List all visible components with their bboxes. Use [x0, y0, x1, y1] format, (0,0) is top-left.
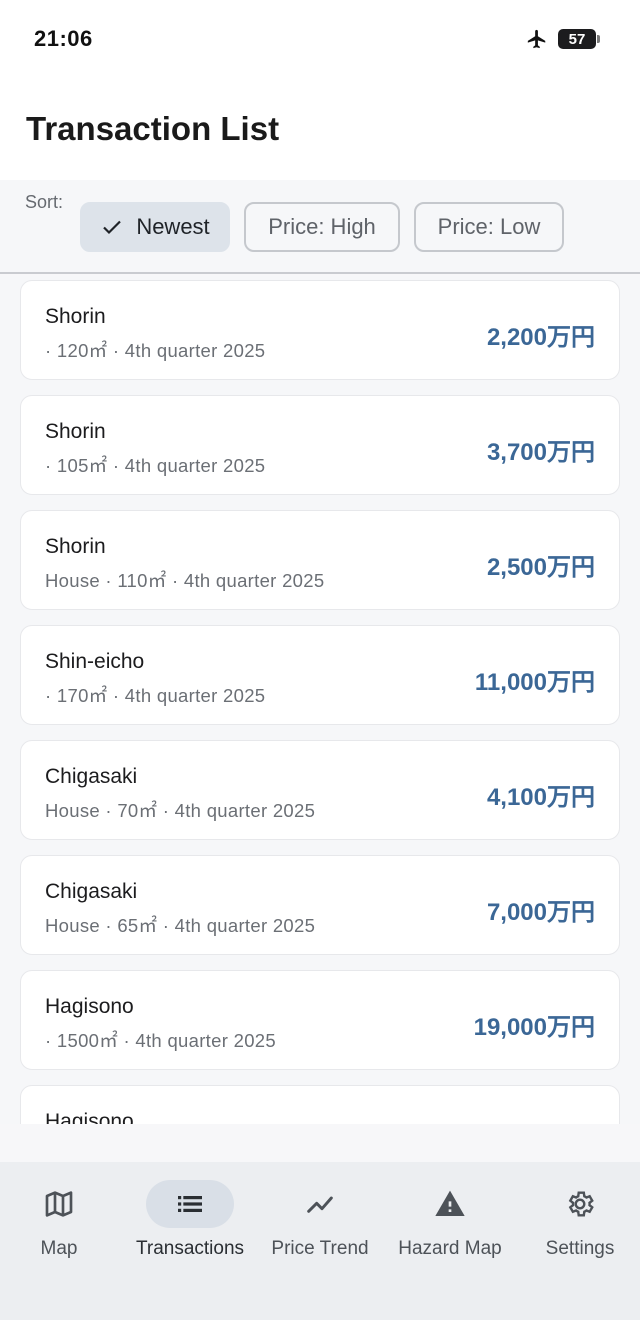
nav-item-hazard-map[interactable]: Hazard Map — [385, 1180, 515, 1280]
nav-item-transactions[interactable]: Transactions — [125, 1180, 255, 1280]
status-bar: 21:06 57 — [0, 0, 640, 80]
check-icon — [103, 220, 122, 235]
nav-label: Map — [40, 1238, 78, 1259]
transaction-area: Shorin — [45, 535, 106, 558]
transaction-area: Chigasaki — [45, 765, 138, 788]
warning-icon — [435, 1190, 465, 1216]
nav-label: Hazard Map — [398, 1238, 502, 1259]
transaction-price: 3,700万円 — [486, 439, 595, 466]
nav-label: Price Trend — [271, 1238, 369, 1259]
transaction-price: 11,000万円 — [474, 669, 595, 696]
transaction-card[interactable]: Hagisono · 1500㎡ · 4th quarter 2025 19,0… — [20, 970, 620, 1070]
nav-indicator — [146, 1180, 234, 1228]
transaction-card[interactable]: Shorin · 120㎡ · 4th quarter 2025 2,200万円 — [20, 280, 620, 380]
nav-indicator — [406, 1180, 494, 1228]
sort-bar: Sort: Newest Price: High Price: Low — [0, 180, 640, 274]
status-time: 21:06 — [34, 26, 93, 51]
list-icon — [178, 1196, 202, 1212]
transaction-card[interactable]: Shorin · 105㎡ · 4th quarter 2025 3,700万円 — [20, 395, 620, 495]
sort-chip-label: Price: Low — [437, 214, 541, 239]
transaction-card[interactable]: Chigasaki House · 65㎡ · 4th quarter 2025… — [20, 855, 620, 955]
sort-chip-label: Price: High — [268, 214, 376, 239]
app-screen: 21:06 57 Transaction List Sort: Newest P… — [0, 0, 640, 1320]
transaction-area: Hagisono — [45, 995, 134, 1018]
sort-chip-label: Newest — [136, 214, 210, 239]
nav-label: Settings — [545, 1238, 615, 1259]
nav-indicator — [276, 1180, 364, 1228]
status-icons: 57 — [526, 28, 600, 50]
list-bottom-spacer — [0, 1124, 640, 1162]
transaction-price: 7,000万円 — [486, 899, 595, 926]
transaction-details: · 1500㎡ · 4th quarter 2025 — [45, 1030, 276, 1051]
gear-icon — [568, 1191, 594, 1217]
airplane-icon — [527, 29, 546, 49]
header: Transaction List — [0, 80, 640, 180]
nav-item-price-trend[interactable]: Price Trend — [255, 1180, 385, 1280]
bottom-nav: Map Transactions Price Trend Hazard Map … — [0, 1162, 640, 1320]
nav-item-settings[interactable]: Settings — [515, 1180, 640, 1280]
nav-label: Transactions — [135, 1238, 245, 1259]
transaction-price: 2,500万円 — [486, 554, 595, 581]
transaction-area: Shin-eicho — [45, 650, 145, 673]
transaction-price: 4,100万円 — [486, 784, 595, 811]
transaction-area: Shorin — [45, 305, 106, 328]
transaction-price: 19,000万円 — [473, 1014, 595, 1041]
nav-indicator — [536, 1180, 624, 1228]
transaction-details: House · 70㎡ · 4th quarter 2025 — [45, 800, 316, 821]
sort-chip-price-low[interactable]: Price: Low — [414, 202, 564, 252]
transaction-card[interactable]: Hagisono — [20, 1085, 620, 1124]
transaction-card[interactable]: Shin-eicho · 170㎡ · 4th quarter 2025 11,… — [20, 625, 620, 725]
transaction-card[interactable]: Chigasaki House · 70㎡ · 4th quarter 2025… — [20, 740, 620, 840]
sort-chip-price-high[interactable]: Price: High — [244, 202, 400, 252]
transaction-list[interactable]: Shorin · 120㎡ · 4th quarter 2025 2,200万円… — [0, 276, 640, 1124]
transaction-area: Chigasaki — [45, 880, 138, 903]
transaction-area: Shorin — [45, 420, 106, 443]
transaction-price: 2,200万円 — [486, 324, 595, 351]
sort-label: Sort: — [25, 192, 64, 212]
transaction-details: House · 65㎡ · 4th quarter 2025 — [45, 915, 316, 936]
sort-chip-newest[interactable]: Newest — [80, 202, 230, 252]
transaction-card[interactable]: Shorin House · 110㎡ · 4th quarter 2025 2… — [20, 510, 620, 610]
battery-icon: 57 — [558, 29, 600, 49]
transaction-details: · 120㎡ · 4th quarter 2025 — [45, 340, 266, 361]
nav-indicator — [15, 1180, 103, 1228]
transaction-details: House · 110㎡ · 4th quarter 2025 — [45, 570, 325, 591]
battery-level: 57 — [568, 30, 586, 48]
transaction-details: · 170㎡ · 4th quarter 2025 — [45, 685, 266, 706]
nav-item-map[interactable]: Map — [0, 1180, 124, 1280]
transaction-details: · 105㎡ · 4th quarter 2025 — [45, 455, 266, 476]
page-title: Transaction List — [26, 110, 280, 147]
trend-icon — [307, 1196, 333, 1213]
transaction-area: Hagisono — [45, 1110, 134, 1124]
map-icon — [45, 1191, 73, 1217]
